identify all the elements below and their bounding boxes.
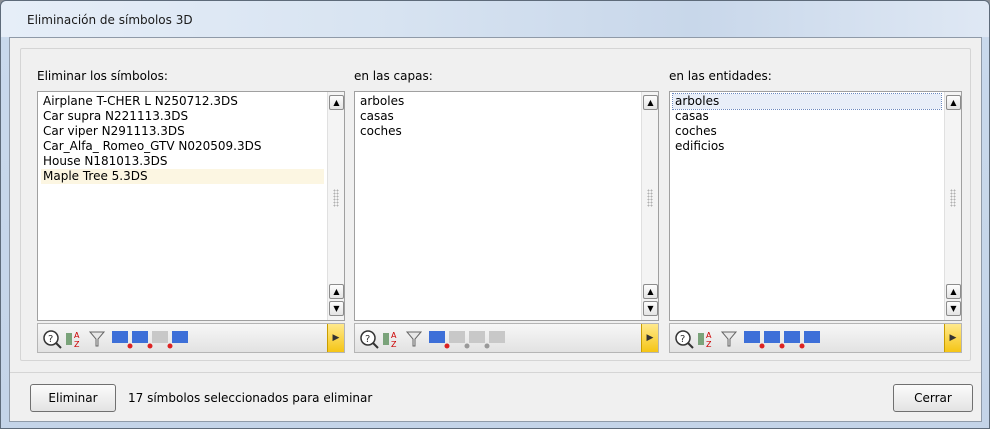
list-item[interactable]: casas — [673, 109, 941, 124]
list-item-selected[interactable]: Maple Tree 5.3DS — [41, 169, 324, 184]
scroll-grip-icon — [950, 189, 956, 207]
entities-scrollbar[interactable]: ▲ ▲ ▼ — [944, 92, 961, 320]
dialog-client: Eliminar los símbolos: Airplane T-CHER L… — [9, 37, 982, 422]
scroll-grip-icon — [647, 189, 653, 207]
scroll-up-button-bottom[interactable]: ▲ — [946, 284, 961, 299]
svg-text:Z: Z — [391, 340, 397, 349]
window-title: Eliminación de símbolos 3D — [27, 13, 193, 27]
scroll-down-button[interactable]: ▼ — [946, 301, 961, 316]
list-item[interactable]: arboles — [358, 94, 638, 109]
scroll-up-button[interactable]: ▲ — [946, 95, 961, 110]
footer-divider — [10, 372, 981, 373]
svg-text:?: ? — [48, 334, 53, 345]
symbols-list[interactable]: Airplane T-CHER L N250712.3DS Car supra … — [37, 91, 345, 321]
sort-az-icon[interactable]: AZ — [64, 329, 86, 349]
svg-text:A: A — [391, 331, 397, 340]
svg-text:A: A — [74, 331, 80, 340]
filter-icon[interactable] — [405, 329, 423, 349]
layers-list[interactable]: arboles casas coches ▲ ▲ ▼ — [354, 91, 659, 321]
layers-scrollbar[interactable]: ▲ ▲ ▼ — [641, 92, 658, 320]
title-bar[interactable]: Eliminación de símbolos 3D — [1, 1, 989, 37]
query-icon[interactable]: ? — [42, 329, 62, 349]
list-item[interactable]: casas — [358, 109, 638, 124]
layers-label: en las capas: — [354, 69, 433, 83]
entities-label: en las entidades: — [669, 69, 772, 83]
symbols-scrollbar[interactable]: ▲ ▲ ▼ — [327, 92, 344, 320]
svg-text:Z: Z — [74, 340, 80, 349]
scroll-up-button[interactable]: ▲ — [329, 95, 344, 110]
symbols-label: Eliminar los símbolos: — [37, 69, 168, 83]
svg-text:A: A — [706, 331, 712, 340]
svg-text:?: ? — [680, 334, 685, 345]
close-button[interactable]: Cerrar — [893, 384, 973, 412]
toolbar-expand-button[interactable]: ▶ — [327, 324, 344, 352]
filter-icon[interactable] — [88, 329, 106, 349]
list-item[interactable]: Car_Alfa_ Romeo_GTV N020509.3DS — [41, 139, 324, 154]
scroll-up-button[interactable]: ▲ — [643, 95, 658, 110]
selection-group: Eliminar los símbolos: Airplane T-CHER L… — [20, 48, 971, 361]
selection-tools-icon[interactable] — [110, 329, 192, 349]
selection-tools-icon[interactable] — [742, 329, 824, 349]
scroll-grip-icon — [333, 189, 339, 207]
list-item[interactable]: edificios — [673, 139, 941, 154]
list-item[interactable]: Car viper N291113.3DS — [41, 124, 324, 139]
symbols-toolbar: ? AZ ▶ — [37, 323, 345, 353]
dialog-window: Eliminación de símbolos 3D Eliminar los … — [0, 0, 990, 429]
query-icon[interactable]: ? — [359, 329, 379, 349]
sort-az-icon[interactable]: AZ — [381, 329, 403, 349]
entities-toolbar: ? AZ ▶ — [669, 323, 962, 353]
entities-list[interactable]: arboles casas coches edificios ▲ ▲ ▼ — [669, 91, 962, 321]
scroll-up-button-bottom[interactable]: ▲ — [329, 284, 344, 299]
filter-icon[interactable] — [720, 329, 738, 349]
delete-button[interactable]: Eliminar — [30, 384, 116, 412]
layers-toolbar: ? AZ ▶ — [354, 323, 659, 353]
list-item[interactable]: House N181013.3DS — [41, 154, 324, 169]
svg-text:Z: Z — [706, 340, 712, 349]
sort-az-icon[interactable]: AZ — [696, 329, 718, 349]
list-item[interactable]: Airplane T-CHER L N250712.3DS — [41, 94, 324, 109]
selection-tools-icon[interactable] — [427, 329, 509, 349]
status-text: 17 símbolos seleccionados para eliminar — [128, 391, 373, 405]
list-item[interactable]: coches — [358, 124, 638, 139]
list-item[interactable]: coches — [673, 124, 941, 139]
scroll-up-button-bottom[interactable]: ▲ — [643, 284, 658, 299]
svg-text:?: ? — [365, 334, 370, 345]
list-item-focused[interactable]: arboles — [672, 93, 942, 110]
list-item[interactable]: Car supra N221113.3DS — [41, 109, 324, 124]
toolbar-expand-button[interactable]: ▶ — [944, 324, 961, 352]
query-icon[interactable]: ? — [674, 329, 694, 349]
toolbar-expand-button[interactable]: ▶ — [641, 324, 658, 352]
scroll-down-button[interactable]: ▼ — [643, 301, 658, 316]
scroll-down-button[interactable]: ▼ — [329, 301, 344, 316]
